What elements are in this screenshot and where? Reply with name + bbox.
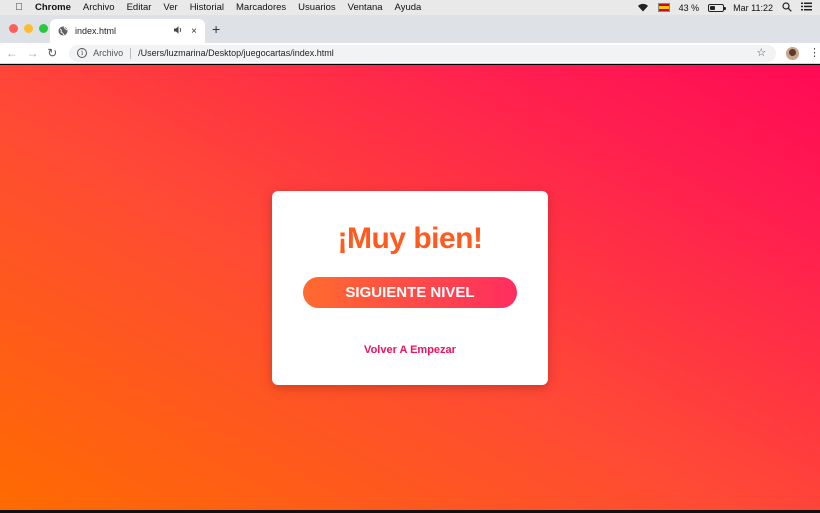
reload-icon[interactable]: ↻ (45, 46, 59, 60)
address-url[interactable]: /Users/luzmarina/Desktop/juegocartas/ind… (138, 48, 334, 58)
next-level-button[interactable]: SIGUIENTE NIVEL (303, 277, 517, 308)
window-close-button[interactable] (9, 24, 18, 33)
battery-level-fill (710, 5, 716, 10)
globe-icon (58, 26, 68, 36)
battery-icon[interactable] (708, 3, 727, 12)
address-scheme-label: Archivo (93, 48, 124, 58)
menu-item-usuarios[interactable]: Usuarios (298, 2, 336, 13)
browser-toolbar: ← → ↻ i Archivo /Users/luzmarina/Desktop… (0, 43, 820, 64)
bookmark-star-icon[interactable]: ☆ (756, 46, 766, 59)
tab-close-button[interactable]: × (191, 26, 197, 37)
notification-center-icon[interactable] (801, 2, 812, 13)
back-arrow-icon[interactable]: ← (5, 46, 19, 60)
info-icon[interactable]: i (77, 48, 88, 58)
window-zoom-button[interactable] (39, 24, 48, 33)
wifi-icon[interactable] (637, 3, 649, 12)
address-bar[interactable]: i Archivo /Users/luzmarina/Desktop/juego… (69, 44, 777, 62)
menu-item-marcadores[interactable]: Marcadores (236, 2, 286, 13)
apple-icon[interactable]:  (12, 2, 26, 13)
clock[interactable]: Mar 11:22 (733, 3, 773, 13)
profile-avatar[interactable] (786, 46, 799, 60)
tab-title: index.html (75, 26, 117, 36)
menu-item-ventana[interactable]: Ventana (348, 2, 383, 13)
tab-strip: index.html × + (0, 15, 820, 43)
speaker-icon[interactable] (174, 26, 183, 36)
menu-item-ayuda[interactable]: Ayuda (395, 2, 422, 13)
new-tab-button[interactable]: + (212, 21, 220, 37)
browser-tab[interactable]: index.html × (50, 19, 205, 43)
menu-item-archivo[interactable]: Archivo (83, 2, 115, 13)
status-area: 43 % Mar 11:22 (637, 0, 812, 15)
window-minimize-button[interactable] (24, 24, 33, 33)
battery-percent: 43 % (678, 2, 700, 13)
menu-app-name[interactable]: Chrome (35, 2, 71, 13)
window-controls (9, 24, 48, 33)
menu-item-ver[interactable]: Ver (163, 2, 177, 13)
page-viewport: ¡Muy bien! SIGUIENTE NIVEL Volver A Empe… (0, 65, 820, 510)
forward-arrow-icon[interactable]: → (26, 46, 40, 60)
result-heading: ¡Muy bien! (337, 222, 484, 255)
address-divider (130, 47, 132, 59)
menu-bar:  Chrome Archivo Editar Ver Historial Ma… (0, 0, 820, 15)
spotlight-search-icon[interactable] (782, 1, 792, 14)
spanish-flag-icon[interactable] (657, 3, 670, 12)
result-card: ¡Muy bien! SIGUIENTE NIVEL Volver A Empe… (272, 191, 548, 385)
restart-link[interactable]: Volver A Empezar (364, 344, 456, 356)
more-menu-icon[interactable]: ⋮ (809, 47, 820, 59)
menu-item-editar[interactable]: Editar (127, 2, 152, 13)
menu-item-historial[interactable]: Historial (190, 2, 224, 13)
